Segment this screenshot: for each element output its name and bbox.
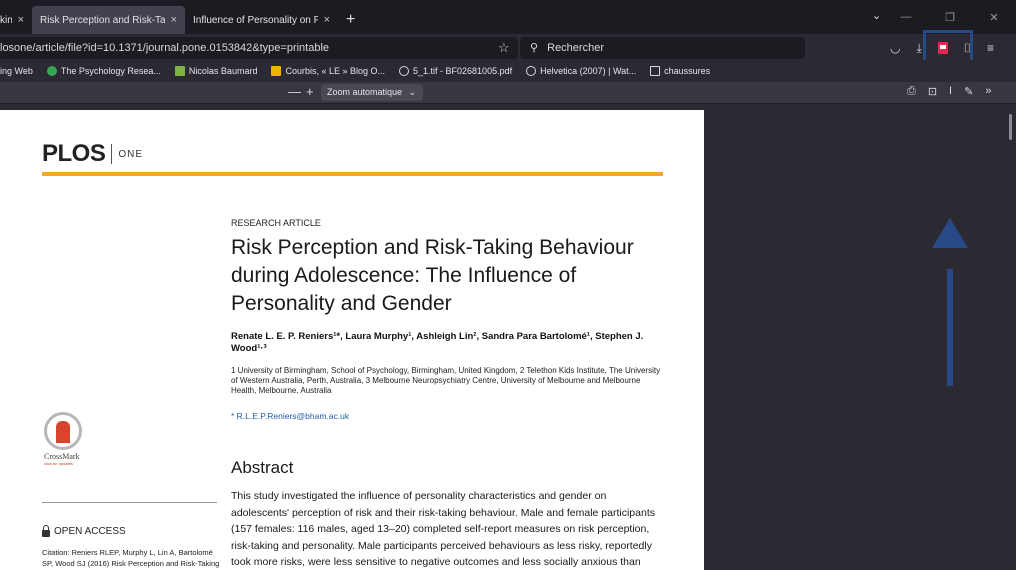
bookmark-item[interactable]: Nicolas Baumard <box>174 66 258 76</box>
minimize-icon[interactable]: — <box>884 11 928 23</box>
article-title: Risk Perception and Risk-Taking Behaviou… <box>231 236 634 315</box>
navigation-bar: losone/article/file?id=10.1371/journal.p… <box>0 34 1016 60</box>
bookmark-label: Nicolas Baumard <box>188 66 258 76</box>
bookmark-item[interactable]: 5_1.tif - BF02681005.pdf <box>399 66 512 76</box>
plos-logo: PLOS <box>42 140 106 167</box>
pdf-page: PLOS ONE RESEARCH ARTICLE Risk Perceptio… <box>0 110 704 570</box>
more-tools-icon[interactable]: » <box>985 85 991 98</box>
bookmark-item[interactable]: ing Web <box>0 66 33 76</box>
pdf-viewer: PLOS ONE RESEARCH ARTICLE Risk Perceptio… <box>0 104 1016 570</box>
restore-icon[interactable]: ❐ <box>928 11 972 24</box>
corresponding-email-link[interactable]: * R.L.E.P.Reniers@bham.ac.uk <box>231 411 349 421</box>
abstract-text: This study investigated the influence of… <box>231 490 655 568</box>
bookmark-label: chaussures <box>664 66 711 76</box>
citation-text: Citation: Reniers RLEP, Murphy L, Lin A,… <box>42 548 220 568</box>
globe-icon <box>399 66 410 76</box>
chevron-down-icon[interactable]: ⌄ <box>872 9 881 22</box>
new-tab-button[interactable]: + <box>346 6 355 34</box>
globe-icon <box>526 66 537 76</box>
bookmark-label: 5_1.tif - BF02681005.pdf <box>413 66 513 76</box>
save-icon[interactable]: ⊡ <box>928 85 937 98</box>
window-controls: — ❐ ✕ <box>884 0 1016 34</box>
zoom-out-button[interactable]: — <box>288 84 301 99</box>
bookmark-label: Courbis, « LE » Blog O... <box>285 66 386 76</box>
pdf-toolbar: — + Zoom automatique ⌄ ⎙ ⊡ I ✎ » <box>0 82 1016 104</box>
tab-2-active[interactable]: Risk Perception and Risk-Taking Beh × <box>32 6 185 34</box>
close-tab-icon[interactable]: × <box>18 14 24 26</box>
bookmark-item[interactable]: The Psychology Resea... <box>46 66 161 76</box>
download-icon[interactable]: ⤓ <box>916 41 921 56</box>
crossmark-label: CrossMark <box>44 452 80 461</box>
crossmark-icon <box>44 412 82 450</box>
print-icon[interactable]: ⎙ <box>907 85 916 98</box>
bookmarks-bar: ing Web The Psychology Resea... Nicolas … <box>0 60 1016 82</box>
url-bar[interactable]: losone/article/file?id=10.1371/journal.p… <box>0 37 518 59</box>
bookmark-label: The Psychology Resea... <box>60 66 161 76</box>
scholar-icon <box>174 66 185 76</box>
pdf-tools: ⎙ ⊡ I ✎ » <box>907 85 991 98</box>
affiliations: 1 University of Birmingham, School of Ps… <box>231 366 661 395</box>
tab-1[interactable]: king × <box>0 6 32 34</box>
plos-one-label: ONE <box>118 148 144 160</box>
annotation-arrow-head <box>932 218 968 248</box>
close-tab-icon[interactable]: × <box>171 14 177 26</box>
bookmark-label: ing Web <box>0 66 33 76</box>
bookmark-item[interactable]: Helvetica (2007) | Wat... <box>526 66 636 76</box>
pocket-icon[interactable]: ◡ <box>890 41 900 55</box>
open-access-label: OPEN ACCESS <box>42 524 126 537</box>
crossmark-sublabel: click for updates <box>44 461 73 466</box>
bookmark-label: Helvetica (2007) | Wat... <box>540 66 637 76</box>
bookmark-star-icon[interactable]: ☆ <box>498 37 510 59</box>
tab-3[interactable]: Influence of Personality on Percepti × <box>185 6 338 34</box>
logo-divider <box>111 144 113 164</box>
annotation-arrow-shaft <box>947 269 953 386</box>
zoom-label: Zoom automatique <box>327 87 403 97</box>
folder-icon <box>650 66 661 76</box>
close-tab-icon[interactable]: × <box>324 14 330 26</box>
zoom-select[interactable]: Zoom automatique ⌄ <box>321 84 423 101</box>
text-cursor-icon[interactable]: I <box>949 85 952 98</box>
abstract-heading: Abstract <box>231 458 294 477</box>
tab-title: Influence of Personality on Percepti <box>193 14 318 26</box>
scrollbar-thumb[interactable] <box>1009 114 1012 140</box>
tab-strip: king × Risk Perception and Risk-Taking B… <box>0 0 1016 34</box>
chrome-icon <box>46 66 57 76</box>
open-lock-icon <box>42 524 50 537</box>
article-type: RESEARCH ARTICLE <box>231 218 321 228</box>
journal-logo: PLOS ONE <box>42 140 143 168</box>
tab-title: king <box>0 14 12 26</box>
blog-icon <box>271 66 282 76</box>
search-bar[interactable]: ⚲ Rechercher <box>520 37 805 59</box>
bookmark-folder[interactable]: chaussures <box>650 66 710 76</box>
close-window-icon[interactable]: ✕ <box>972 11 1016 24</box>
search-placeholder: Rechercher <box>547 42 604 54</box>
search-icon: ⚲ <box>530 42 539 54</box>
sidebar-divider <box>42 502 217 503</box>
author-list: Renate L. E. P. Reniers¹*, Laura Murphy¹… <box>231 331 644 354</box>
chevron-down-icon: ⌄ <box>408 87 416 97</box>
browser-window: king × Risk Perception and Risk-Taking B… <box>0 0 1016 570</box>
crossmark-badge[interactable]: CrossMark click for updates <box>44 412 84 466</box>
zoom-in-button[interactable]: + <box>306 84 314 99</box>
header-rule <box>42 172 663 176</box>
draw-icon[interactable]: ✎ <box>964 85 973 98</box>
tab-title: Risk Perception and Risk-Taking Beh <box>40 14 165 26</box>
bookmark-item[interactable]: Courbis, « LE » Blog O... <box>271 66 385 76</box>
open-access-text: OPEN ACCESS <box>54 526 126 537</box>
menu-icon[interactable]: ≡ <box>987 41 994 55</box>
